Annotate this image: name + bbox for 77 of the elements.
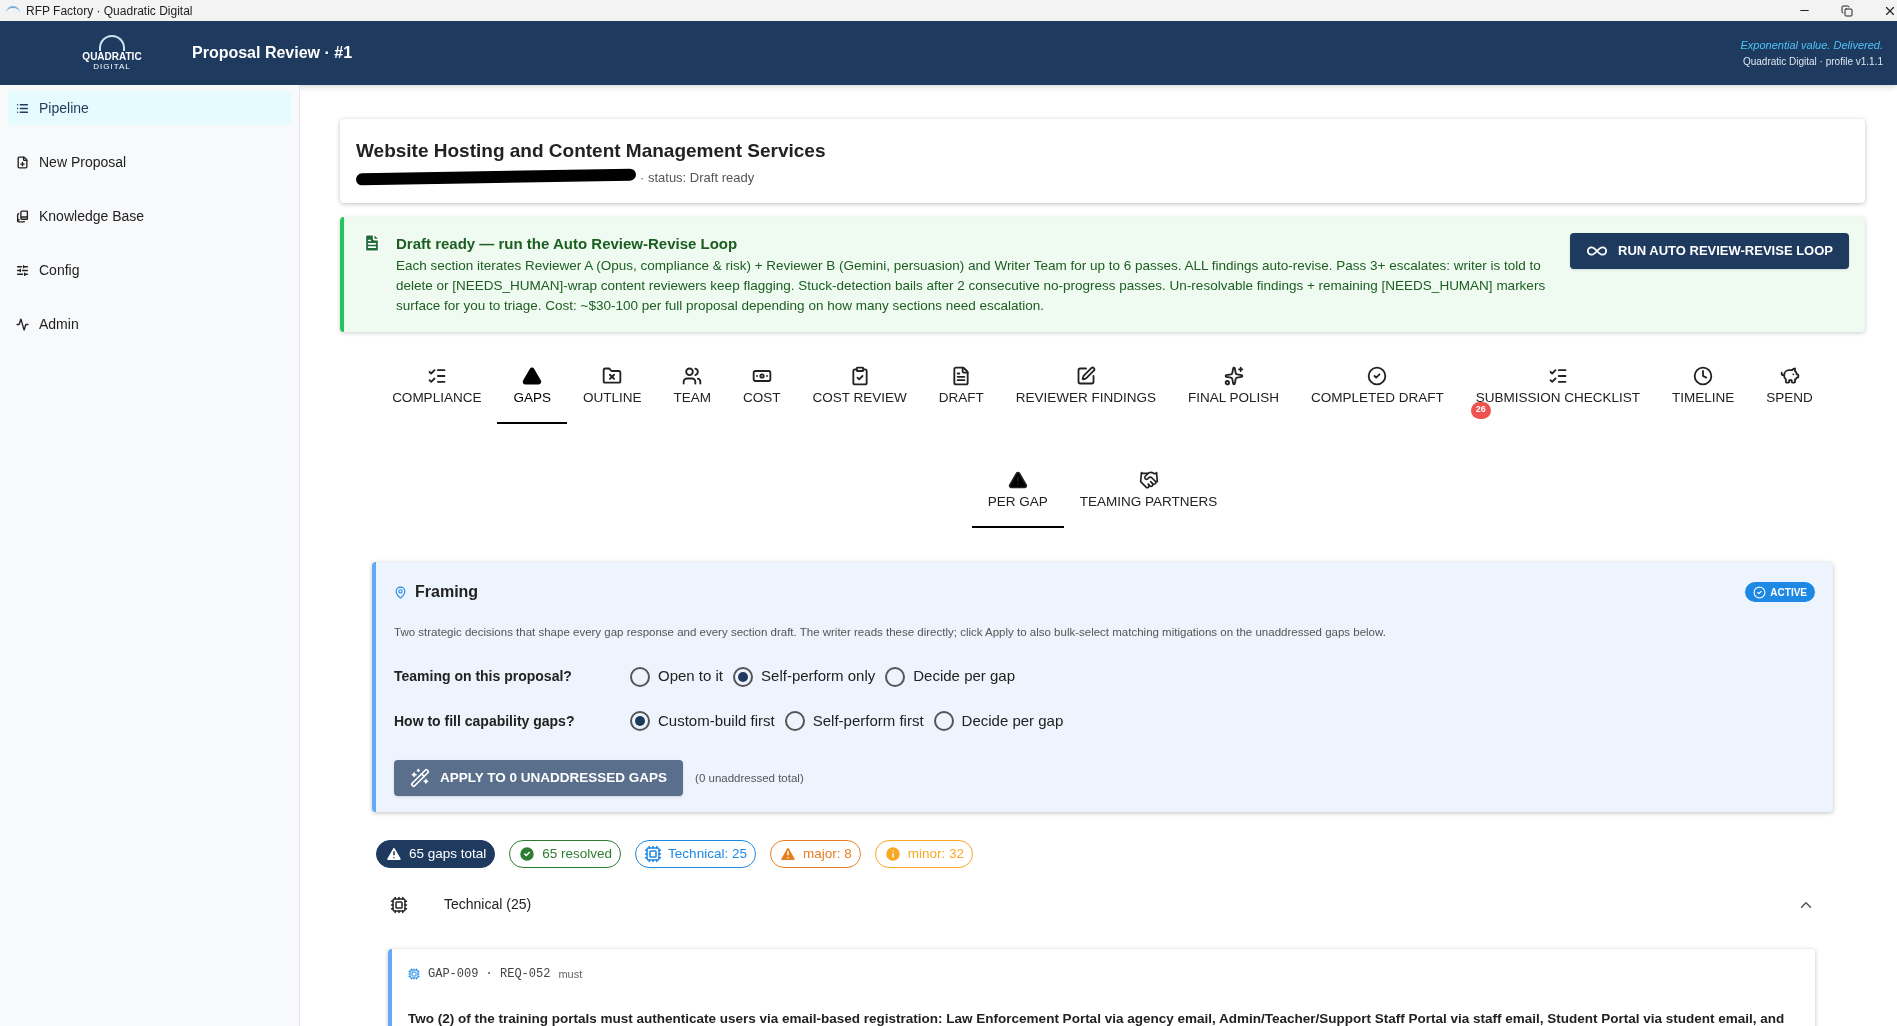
tab-icon	[1223, 365, 1244, 386]
radio-option[interactable]: Self-perform first	[784, 709, 928, 733]
tab-icon	[1138, 469, 1159, 490]
tab[interactable]: COMPLIANCE	[376, 357, 498, 424]
sidebar-item[interactable]: Config	[8, 253, 291, 287]
check-icon	[1753, 585, 1767, 599]
proposal-title: Website Hosting and Content Management Services	[356, 139, 827, 163]
group-label: Technical (25)	[444, 895, 532, 915]
nav-icon	[16, 101, 29, 115]
stat-chip: 65 gaps total	[376, 840, 496, 869]
radio-button[interactable]	[784, 711, 805, 731]
gap-text: Two (2) of the training portals must authenticate users via email-based registration: Law Enforcement Portal via agency email, Admin/Teacher/Support Staff Portal via staff email, Student Portal via student email, and	[408, 1010, 1786, 1026]
tab[interactable]: TEAM	[657, 357, 727, 424]
tab-icon	[1693, 365, 1714, 386]
tab[interactable]: FINAL POLISH	[1172, 357, 1296, 424]
tab-icon	[951, 365, 972, 386]
count-badge: 26	[1470, 401, 1491, 419]
framing-description: Two strategic decisions that shape every gap response and every section draft. The writer reads these directly; click Apply to also bulk-select matching mitigations on the unaddressed gaps below.	[394, 625, 1387, 640]
profile-version: Quadratic Digital · profile v1.1.1	[1742, 54, 1883, 69]
radio-button[interactable]	[733, 666, 754, 687]
logo: QUADRATIC DIGITAL	[52, 35, 172, 71]
tab[interactable]: COMPLETED DRAFT	[1295, 357, 1460, 424]
pin-icon	[394, 585, 407, 599]
tab-icon	[1007, 469, 1028, 490]
nav-icon	[16, 263, 29, 277]
tab[interactable]: COST	[726, 357, 797, 424]
apply-note: (0 unaddressed total)	[695, 770, 804, 786]
apply-button[interactable]: APPLY TO 0 UNADDRESSED GAPS	[394, 760, 684, 797]
proposal-status: · status: Draft ready	[640, 168, 755, 187]
tab-icon	[849, 365, 870, 386]
tab-icon	[602, 365, 623, 386]
gap-id: GAP-009 · REQ-052	[428, 966, 551, 984]
tab[interactable]: COST REVIEW	[796, 357, 923, 424]
sub-tab[interactable]: PER GAP	[971, 461, 1064, 528]
nav-icon	[16, 155, 29, 169]
restore-icon[interactable]	[1841, 4, 1853, 17]
sidebar-item[interactable]: Pipeline	[8, 91, 291, 125]
document-icon	[362, 233, 382, 253]
notice-text: Each section iterates Reviewer A (Opus, compliance & risk) + Reviewer B (Gemini, persuasion) and Writer Team for up to 6 passes. ALL findings auto-revise. Pass 3+ escalates: writer is told to delete or [NEEDS_HUMAN]-wrap content reviewers keep flagging. Stuck-detection bails after 2 consecutive no-progress passes. Un-resolvable findings + remaining [NEEDS_HUMAN] markers surface for you to triage. Cost: ~$30-100 per full proposal depending on how many sections need escalation.	[396, 256, 1547, 315]
page-title: Proposal Review · #1	[192, 43, 353, 63]
radio-option[interactable]: Custom-build first	[630, 709, 779, 733]
radio-option[interactable]: Decide per gap	[885, 665, 1019, 688]
priority-label: must	[558, 967, 583, 982]
radio-option[interactable]: Open to it	[630, 665, 728, 688]
nav-icon	[16, 317, 29, 331]
tab[interactable]: OUTLINE	[566, 357, 658, 424]
notice-title: Draft ready — run the Auto Review-Revise Loop	[396, 234, 739, 254]
wand-icon	[410, 768, 430, 789]
tab[interactable]: TIMELINE	[1656, 357, 1751, 424]
radio-option[interactable]: Self-perform only	[733, 665, 880, 688]
tab[interactable]: SPEND	[1750, 357, 1829, 424]
radio-option[interactable]: Decide per gap	[933, 709, 1068, 733]
question-label: Teaming on this proposal?	[394, 667, 573, 686]
radio-button[interactable]	[630, 711, 650, 731]
tab-icon	[1779, 365, 1800, 386]
status-badge: ACTIVE	[1745, 582, 1815, 602]
tab[interactable]: REVIEWER FINDINGS	[999, 357, 1172, 424]
sidebar-item[interactable]: Admin	[8, 307, 291, 341]
tab-icon	[1075, 365, 1096, 386]
radio-button[interactable]	[933, 711, 954, 731]
framing-title: Framing	[415, 582, 479, 602]
run-loop-button[interactable]: RUN AUTO REVIEW-REVISE LOOP	[1570, 233, 1849, 269]
tab[interactable]: DRAFT	[922, 357, 1000, 424]
sidebar-item[interactable]: Knowledge Base	[8, 199, 291, 233]
tagline: Exponential value. Delivered.	[1740, 38, 1883, 54]
nav-icon	[16, 209, 29, 223]
sidebar-item[interactable]: New Proposal	[8, 145, 291, 179]
sub-tab[interactable]: TEAMING PARTNERS	[1063, 461, 1234, 528]
tab-icon	[682, 365, 703, 386]
tab[interactable]: SUBMISSION CHECKLIST 26	[1459, 357, 1657, 424]
question-label: How to fill capability gaps?	[394, 711, 576, 731]
tab[interactable]: GAPS	[497, 357, 567, 424]
window-title: RFP Factory · Quadratic Digital	[26, 2, 193, 20]
tab-icon	[1367, 365, 1388, 386]
tab-icon	[522, 365, 543, 386]
radio-button[interactable]	[885, 666, 906, 687]
radio-button[interactable]	[630, 666, 650, 687]
